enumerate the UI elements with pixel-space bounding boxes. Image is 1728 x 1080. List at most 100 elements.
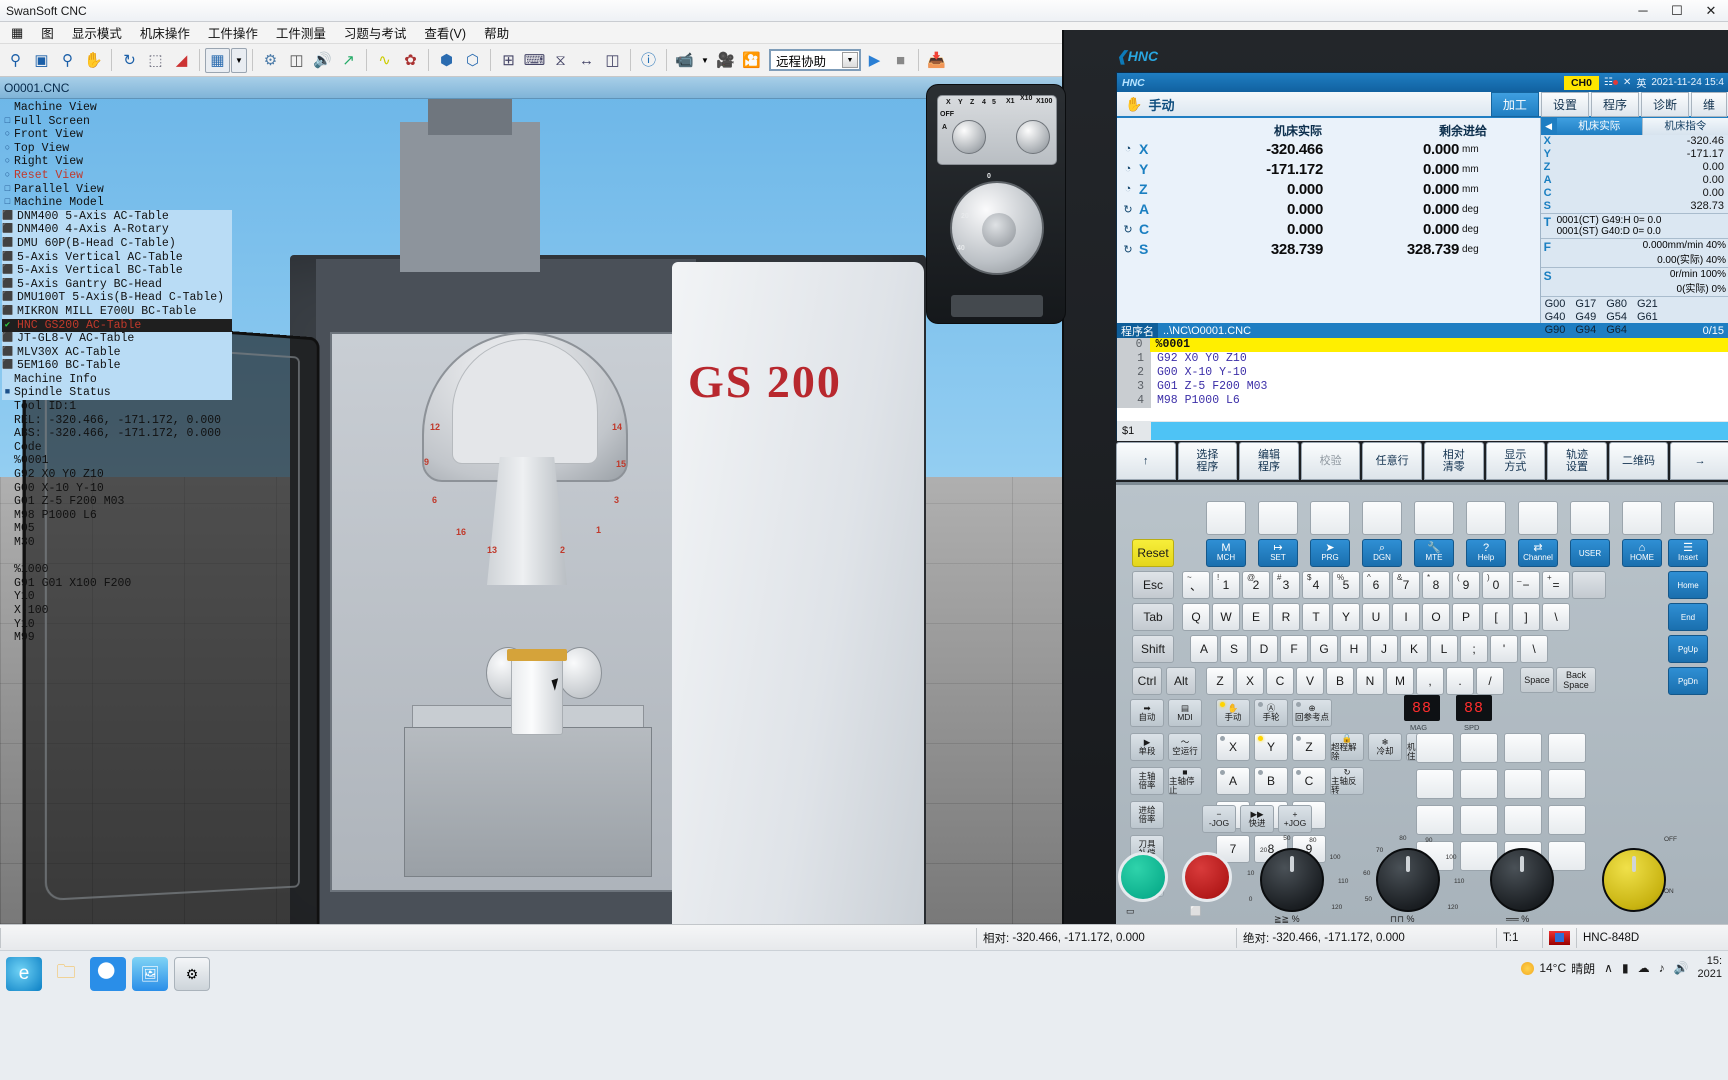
camera-dropdown-icon[interactable]: ▼ <box>698 48 712 73</box>
photos-icon[interactable]: 🖼 <box>132 957 168 991</box>
menu-icon[interactable]: ▦ <box>2 23 32 43</box>
key-P[interactable]: P <box>1452 603 1480 631</box>
num-key-−[interactable]: _ − <box>1512 571 1540 599</box>
softkey-any-line[interactable]: 任意行 <box>1362 442 1422 480</box>
render-icon[interactable]: ⬡ <box>460 48 485 73</box>
info-icon[interactable]: ⓘ <box>636 48 661 73</box>
zoom-fit-icon[interactable]: ▣ <box>29 48 54 73</box>
pan-icon[interactable]: ✋ <box>81 48 106 73</box>
key-end[interactable]: End <box>1668 603 1708 631</box>
key-S[interactable]: S <box>1220 635 1248 663</box>
minimize-button[interactable]: ─ <box>1626 0 1660 22</box>
menu-item-view-v[interactable]: 查看(V) <box>415 21 475 44</box>
num-key-4[interactable]: $4 <box>1302 571 1330 599</box>
rapid[interactable]: ▶▶ 快进 <box>1240 805 1274 833</box>
tab-key[interactable]: Tab <box>1132 603 1174 631</box>
weather-widget[interactable]: 14°C 晴朗 <box>1521 960 1595 977</box>
key-G[interactable]: G <box>1310 635 1338 663</box>
key-D[interactable]: D <box>1250 635 1278 663</box>
key-B[interactable]: B <box>1326 667 1354 695</box>
key-Z[interactable]: Z <box>1206 667 1234 695</box>
num-key-、[interactable]: ~、 <box>1182 571 1210 599</box>
blank-key-9[interactable] <box>1674 501 1714 535</box>
remote-assist-combo[interactable]: 远程协助 ▼ <box>769 49 861 71</box>
key-bksp-top[interactable] <box>1572 571 1606 599</box>
menu-item-display-mode[interactable]: 显示模式 <box>63 21 131 44</box>
key-user[interactable]: USER <box>1570 539 1610 567</box>
tree-item[interactable]: G00 X-10 Y-10 <box>2 482 232 496</box>
shade-icon[interactable]: ⬢ <box>434 48 459 73</box>
key-set[interactable]: ↦ SET <box>1258 539 1298 567</box>
tree-item[interactable]: REL: -320.466, -171.172, 0.000 <box>2 414 232 428</box>
key-X[interactable]: X <box>1236 667 1264 695</box>
tray-icon-cloud[interactable]: ☁ <box>1638 961 1650 975</box>
shift-key[interactable]: Shift <box>1132 635 1174 663</box>
key-dgn[interactable]: ⌕ DGN <box>1362 539 1402 567</box>
sound-icon[interactable]: 🔊 <box>310 48 335 73</box>
num-key-6[interactable]: ^ 6 <box>1362 571 1390 599</box>
pendant-axis-knob[interactable] <box>952 120 986 154</box>
side-tab-actual[interactable]: 机床实际 <box>1556 118 1643 135</box>
num-key-7[interactable]: & 7 <box>1392 571 1420 599</box>
edge-icon[interactable]: e <box>6 957 42 991</box>
blank-grid-0-0[interactable] <box>1416 733 1454 763</box>
key-F[interactable]: F <box>1280 635 1308 663</box>
maximize-button[interactable]: ☐ <box>1660 0 1694 22</box>
softkey-edit-program[interactable]: 编辑 程序 <box>1239 442 1299 480</box>
jog-plus[interactable]: + +JOG <box>1278 805 1312 833</box>
blank-key-7[interactable] <box>1570 501 1610 535</box>
workpiece-icon[interactable]: ◢ <box>169 48 194 73</box>
section-icon[interactable]: ⌨ <box>522 48 547 73</box>
mode-single-block[interactable]: ▶ 单段 <box>1130 733 1164 761</box>
num-key-8[interactable]: * 8 <box>1422 571 1450 599</box>
key-V[interactable]: V <box>1296 667 1324 695</box>
rotate-icon[interactable]: ↻ <box>117 48 142 73</box>
tree-item[interactable]: %0001 <box>2 454 232 468</box>
axis-key-B[interactable]: B <box>1254 767 1288 795</box>
command-input-bar[interactable]: $1 <box>1117 421 1728 441</box>
key-pgup[interactable]: PgUp <box>1668 635 1708 663</box>
key-N[interactable]: N <box>1356 667 1384 695</box>
layers-icon[interactable]: ◫ <box>600 48 625 73</box>
key-prg[interactable]: ➤ PRG <box>1310 539 1350 567</box>
taskbar-clock[interactable]: 15: 2021 <box>1698 955 1722 981</box>
key-/[interactable]: / <box>1476 667 1504 695</box>
blank-key-1[interactable] <box>1258 501 1298 535</box>
handwheel-dial[interactable] <box>950 181 1044 275</box>
key-home[interactable]: ⌂ HOME <box>1622 539 1662 567</box>
key-pgdn[interactable]: PgDn <box>1668 667 1708 695</box>
side-prev-arrow-icon[interactable]: ◀ <box>1540 118 1557 135</box>
tree-item[interactable]: ⬛ 5EM160 BC-Table <box>2 359 232 373</box>
grid-icon[interactable]: ⊞ <box>496 48 521 73</box>
key-;[interactable]: ; <box>1460 635 1488 663</box>
mode-manual[interactable]: ✋ 手动 <box>1216 699 1250 727</box>
handwheel-pendant[interactable]: X Y Z 4 5 OFF A L 6 X1 X10 X100 0 20 40 <box>926 84 1066 324</box>
mode-spindle-ccw[interactable]: ↻ 主轴反转 <box>1330 767 1364 795</box>
language-indicator[interactable]: 英 <box>1636 75 1646 90</box>
tray-icon-battery[interactable]: ▮ <box>1622 961 1629 975</box>
key-mte[interactable]: 🔧 MTE <box>1414 539 1454 567</box>
view-cube-icon[interactable]: ▦ <box>205 47 230 73</box>
blank-grid-1-0[interactable] <box>1416 769 1454 799</box>
emergency-knob[interactable] <box>1602 848 1666 912</box>
blank-key-8[interactable] <box>1622 501 1662 535</box>
num-key-2[interactable]: @2 <box>1242 571 1270 599</box>
softkey-row[interactable]: ↑ 选择 程序 编辑 程序 校验 任意行 相对 清零 显示 方式 轨迹 设置 二维码 → <box>1116 442 1728 480</box>
blank-grid-1-1[interactable] <box>1460 769 1498 799</box>
key-L[interactable]: L <box>1430 635 1458 663</box>
blank-key-6[interactable] <box>1518 501 1558 535</box>
axis-key-X[interactable]: X <box>1216 733 1250 761</box>
mode-dry-run[interactable]: 〜空运行 <box>1168 733 1202 761</box>
num-key-=[interactable]: + = <box>1542 571 1570 599</box>
tree-item[interactable]: ⬛ MIKRON MILL E700U BC-Table <box>2 304 232 319</box>
mode-ref-point[interactable]: ⊕ 回参考点 <box>1292 699 1332 727</box>
tree-item[interactable]: G92 X0 Y0 Z10 <box>2 468 232 482</box>
mode-auto[interactable]: ➡ 自动 <box>1130 699 1164 727</box>
select-region-icon[interactable]: ⬚ <box>143 48 168 73</box>
tree-item[interactable]: G01 Z-5 F200 M03 <box>2 495 232 509</box>
key-E[interactable]: E <box>1242 603 1270 631</box>
blank-grid-1-3[interactable] <box>1548 769 1586 799</box>
key-O[interactable]: O <box>1422 603 1450 631</box>
key-H[interactable]: H <box>1340 635 1368 663</box>
jog-minus[interactable]: − -JOG <box>1202 805 1236 833</box>
